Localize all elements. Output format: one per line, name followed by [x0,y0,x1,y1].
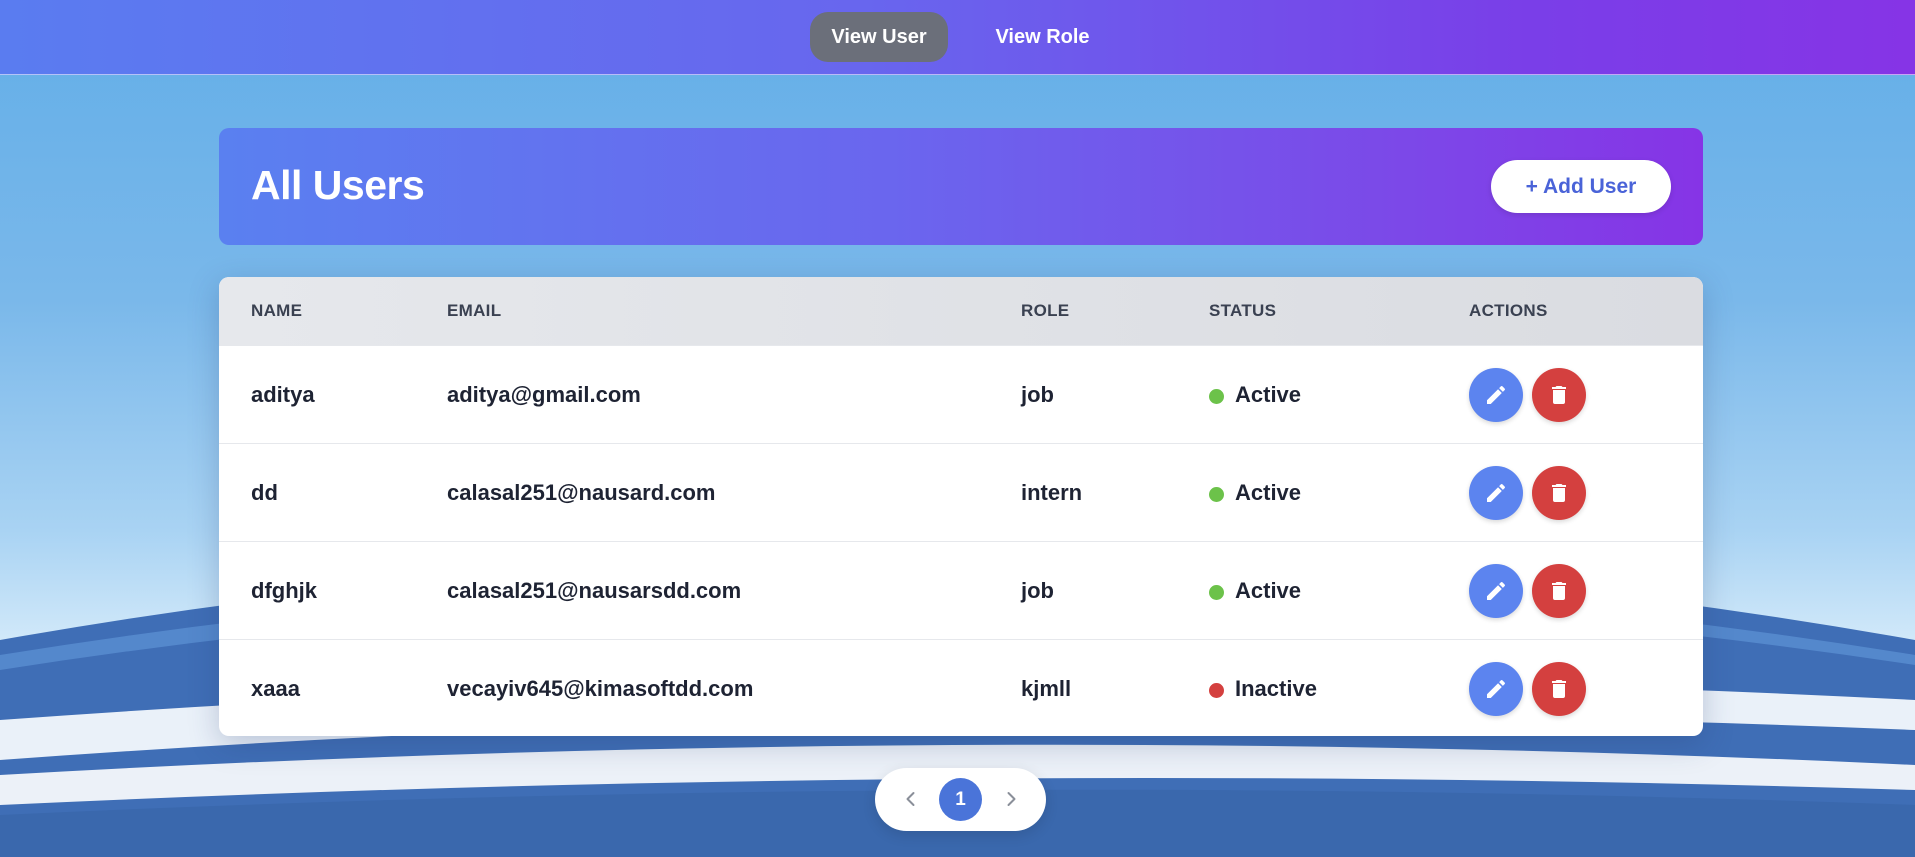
status-dot-icon [1209,585,1224,600]
edit-user-button[interactable] [1469,466,1523,520]
page-title: All Users [251,162,425,208]
status-text: Inactive [1235,676,1317,701]
users-table: NAME EMAIL ROLE STATUS ACTIONS aditya ad… [219,277,1703,736]
chevron-left-icon[interactable] [901,789,921,809]
tab-view-role[interactable]: View Role [975,12,1110,62]
table-row: dd calasal251@nausard.com intern Active [219,443,1703,542]
table-header: NAME EMAIL ROLE STATUS ACTIONS [219,277,1703,345]
column-header-name: NAME [251,301,303,320]
user-email: aditya@gmail.com [447,382,641,407]
status-dot-icon [1209,389,1224,404]
pagination: 1 [875,768,1046,831]
delete-user-button[interactable] [1532,564,1586,618]
user-email: vecayiv645@kimasoftdd.com [447,676,754,701]
user-name: xaaa [251,676,300,701]
status-text: Active [1235,480,1302,505]
column-header-actions: ACTIONS [1469,301,1548,320]
tab-view-user[interactable]: View User [810,12,948,62]
edit-icon [1487,679,1506,698]
user-name: dd [251,480,278,505]
status-text: Active [1235,578,1302,603]
status-dot-icon [1209,683,1224,698]
delete-user-button[interactable] [1532,662,1586,716]
edit-user-button[interactable] [1469,662,1523,716]
edit-icon [1487,581,1506,600]
column-header-email: EMAIL [447,301,502,320]
status-text: Active [1235,382,1302,407]
users-header: All Users + Add User [219,128,1703,245]
user-email: calasal251@nausarsdd.com [447,578,742,603]
edit-user-button[interactable] [1469,368,1523,422]
edit-icon [1487,385,1506,404]
table-row: aditya aditya@gmail.com job Active [219,345,1703,444]
status-dot-icon [1209,487,1224,502]
table-row: xaaa vecayiv645@kimasoftdd.com kjmll Ina… [219,639,1703,736]
trash-icon [1552,680,1566,698]
column-header-status: STATUS [1209,301,1277,320]
user-role: kjmll [1021,676,1072,701]
user-name: aditya [251,382,315,407]
edit-icon [1487,483,1506,502]
table-row: dfghjk calasal251@nausarsdd.com job Acti… [219,541,1703,640]
column-header-role: ROLE [1021,301,1070,320]
delete-user-button[interactable] [1532,466,1586,520]
edit-user-button[interactable] [1469,564,1523,618]
trash-icon [1552,386,1566,404]
top-navigation: View User View Role [0,0,1915,75]
user-role: job [1021,578,1054,603]
user-email: calasal251@nausard.com [447,480,716,505]
trash-icon [1552,582,1566,600]
trash-icon [1552,484,1566,502]
user-role: job [1021,382,1054,407]
page-number-button[interactable]: 1 [939,778,982,821]
user-role: intern [1021,480,1083,505]
chevron-right-icon[interactable] [1001,789,1021,809]
add-user-button[interactable]: + Add User [1491,160,1671,213]
delete-user-button[interactable] [1532,368,1586,422]
user-name: dfghjk [251,578,317,603]
